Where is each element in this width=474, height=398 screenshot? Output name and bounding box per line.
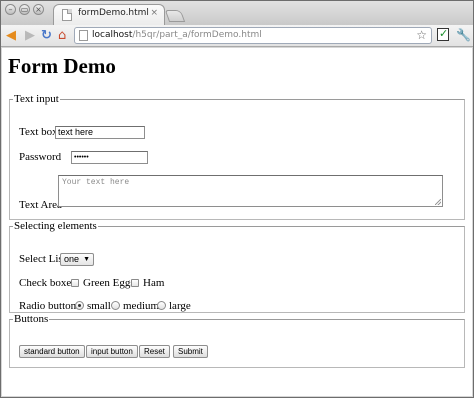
password-label: Password [19,151,62,163]
checkbox-ham[interactable] [131,279,139,287]
radio-large[interactable] [157,301,166,310]
address-bar[interactable]: localhost/h5qr/part_a/formDemo.html ☆ [74,27,432,44]
textarea-label: Text Area [19,199,62,211]
checkboxes-label: Check boxes [19,277,76,289]
text-input-legend: Text input [14,93,59,105]
tab-strip: – ▭ × formDemo.html × [1,1,473,25]
extension-check-icon[interactable] [437,27,449,41]
selecting-elements-legend: Selecting elements [14,220,97,232]
browser-toolbar: ◀ ▶ ↻ ⌂ localhost/h5qr/part_a/formDemo.h… [1,25,473,47]
select-list-dropdown[interactable]: one ▼ [60,253,95,266]
browser-tab[interactable]: formDemo.html × [53,4,165,25]
resize-handle[interactable] [435,199,441,205]
textbox-label: Text box [19,126,58,138]
wrench-icon[interactable]: 🔧 [456,28,471,43]
minimize-window-button[interactable]: – [5,4,16,15]
standard-button[interactable]: standard button [19,345,85,358]
page-content: Form Demo Text input Text box text here … [2,48,472,396]
page-icon [62,9,72,21]
radio-buttons-label: Radio buttons [19,300,81,312]
submit-button[interactable]: Submit [173,345,208,358]
text-input-fieldset: Text input Text box text here Password •… [9,93,465,220]
reset-button[interactable]: Reset [139,345,170,358]
password-input[interactable]: •••••• [71,151,148,164]
input-button[interactable]: input button [86,345,138,358]
radio-small-label: small [87,300,111,312]
browser-window: – ▭ × formDemo.html × ◀ ▶ ↻ ⌂ localhost/… [0,0,474,398]
tab-close-icon[interactable]: × [150,8,158,18]
checkbox-ham-label: Ham [143,277,165,289]
select-list-label: Select List [19,253,66,265]
radio-medium[interactable] [111,301,120,310]
chevron-down-icon: ▼ [83,256,91,263]
reload-icon[interactable]: ↻ [41,28,52,43]
home-icon[interactable]: ⌂ [58,28,66,43]
arrow-left-icon[interactable]: ◀ [6,28,16,43]
arrow-right-icon[interactable]: ▶ [25,28,35,43]
page-title: Form Demo [8,54,116,78]
textarea-placeholder: Your text here [62,178,130,187]
checkbox-green-eggs[interactable] [71,279,79,287]
tab-title: formDemo.html [78,8,149,18]
select-value: one [64,254,80,264]
page-icon [79,30,88,41]
url-text: localhost/h5qr/part_a/formDemo.html [92,30,262,40]
url-path: /h5qr/part_a/formDemo.html [132,30,262,40]
url-host: localhost [92,30,133,40]
textarea-input[interactable]: Your text here [58,175,443,207]
star-icon[interactable]: ☆ [416,28,427,42]
close-window-button[interactable]: × [33,4,44,15]
radio-small[interactable] [75,301,84,310]
checkbox-green-eggs-label: Green Eggs [83,277,135,289]
textbox-input[interactable]: text here [55,126,145,139]
maximize-window-button[interactable]: ▭ [19,4,30,15]
new-tab-button[interactable] [164,10,186,22]
radio-medium-label: medium [123,300,160,312]
buttons-fieldset: Buttons standard button input button Res… [9,313,465,368]
selecting-elements-fieldset: Selecting elements Select List one ▼ Che… [9,220,465,313]
radio-large-label: large [169,300,191,312]
buttons-legend: Buttons [14,313,49,325]
